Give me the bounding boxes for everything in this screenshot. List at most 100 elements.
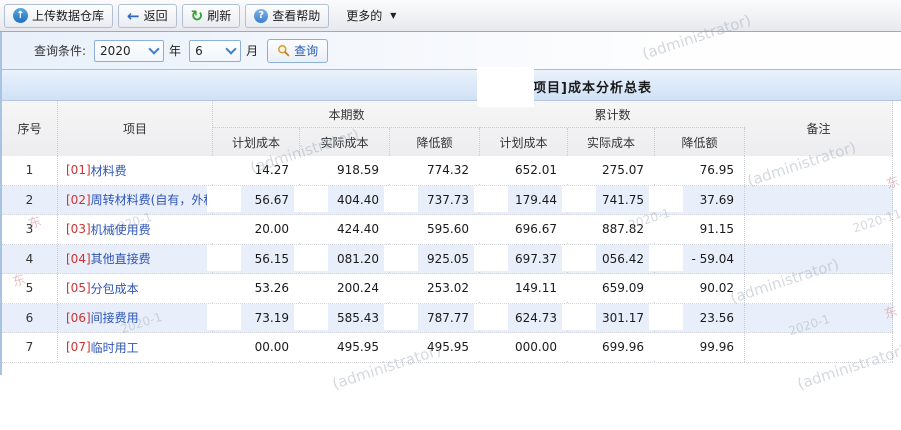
redaction-box — [207, 333, 241, 360]
cell-value: 652.01 — [515, 163, 557, 177]
cell-cumulative-planned: 624.73 — [480, 304, 568, 333]
item-cell: [06]间接费用 — [58, 304, 213, 333]
back-button[interactable]: ← 返回 — [118, 4, 177, 28]
header-cumulative-reduction: 降低额 — [655, 128, 745, 156]
cell-value: 404.40 — [337, 193, 379, 207]
redaction-box — [384, 156, 418, 183]
table-header: 序号 项目 本期数 计划成本 实际成本 降低额 累计数 计划成本 实际成本 降低… — [2, 101, 893, 156]
cell-current-reduction: 595.60 — [390, 215, 480, 244]
cell-current-reduction: 737.73 — [390, 186, 480, 215]
redaction-box — [562, 156, 596, 183]
cell-value: 424.40 — [337, 222, 379, 236]
cost-analysis-table: 序号 项目 本期数 计划成本 实际成本 降低额 累计数 计划成本 实际成本 降低… — [2, 101, 893, 363]
header-cumulative-actual: 实际成本 — [568, 128, 655, 156]
app-window: ↑ 上传数据仓库 ← 返回 ↻ 刷新 ? 查看帮助 更多的 ▼ 查询条件: 20… — [0, 0, 901, 430]
header-seq: 序号 — [2, 101, 58, 156]
redaction-box — [384, 274, 418, 301]
cell-cumulative-planned: 000.00 — [480, 333, 568, 362]
cell-current-actual: 404.40 — [300, 186, 390, 215]
query-bar: 查询条件: 2020 年 6 月 查询 — [0, 32, 901, 69]
more-button[interactable]: 更多的 ▼ — [338, 5, 404, 27]
redaction-box — [649, 156, 683, 183]
item-link[interactable]: 周转材料费(自有，外租) — [91, 191, 213, 208]
redaction-box — [384, 215, 418, 242]
cell-cumulative-planned: 696.67 — [480, 215, 568, 244]
cell-value: 37.69 — [700, 193, 734, 207]
redaction-box — [562, 304, 596, 331]
cell-value: 179.44 — [515, 193, 557, 207]
search-label: 查询 — [294, 42, 318, 59]
remark-cell — [745, 156, 893, 185]
item-cell: [07]临时用工 — [58, 333, 213, 362]
search-button[interactable]: 查询 — [267, 39, 328, 63]
row-seq: 1 — [2, 156, 58, 185]
year-select[interactable]: 2020 — [94, 40, 164, 62]
panel-left-border — [0, 32, 2, 375]
month-select[interactable]: 6 — [189, 40, 241, 62]
redaction-box — [474, 215, 508, 242]
item-link[interactable]: 分包成本 — [91, 280, 139, 297]
refresh-icon: ↻ — [191, 9, 204, 23]
help-button[interactable]: ? 查看帮助 — [245, 4, 329, 28]
cell-cumulative-actual: 659.09 — [568, 274, 655, 303]
year-select-value: 2020 — [100, 44, 131, 58]
redaction-box — [207, 156, 241, 183]
cell-value: 081.20 — [337, 252, 379, 266]
row-seq: 5 — [2, 274, 58, 303]
cell-value: 56.67 — [255, 193, 289, 207]
cell-value: 000.00 — [515, 340, 557, 354]
help-label: 查看帮助 — [272, 7, 320, 24]
row-seq: 3 — [2, 215, 58, 244]
cell-value: 253.02 — [427, 281, 469, 295]
item-link[interactable]: 其他直接费 — [91, 250, 151, 267]
redaction-box — [649, 304, 683, 331]
cell-cumulative-planned: 697.37 — [480, 245, 568, 274]
item-code: [07] — [66, 340, 91, 354]
cell-value: 699.96 — [602, 340, 644, 354]
item-link[interactable]: 材料费 — [91, 162, 127, 179]
cell-value: 737.73 — [427, 193, 469, 207]
cell-cumulative-actual: 056.42 — [568, 245, 655, 274]
cell-current-planned: 00.00 — [213, 333, 300, 362]
redaction-box — [294, 215, 328, 242]
item-link[interactable]: 机械使用费 — [91, 221, 151, 238]
cell-value: 00.00 — [255, 340, 289, 354]
back-label: 返回 — [144, 7, 168, 24]
redaction-box — [207, 274, 241, 301]
redaction-box — [384, 245, 418, 272]
cell-cumulative-reduction: - 59.04 — [655, 245, 745, 274]
redaction-box — [474, 245, 508, 272]
redaction-box — [294, 245, 328, 272]
row-seq: 4 — [2, 245, 58, 274]
redaction-box — [294, 156, 328, 183]
toolbar: ↑ 上传数据仓库 ← 返回 ↻ 刷新 ? 查看帮助 更多的 ▼ — [0, 0, 901, 32]
cell-current-planned: 14.27 — [213, 156, 300, 185]
cell-cumulative-reduction: 37.69 — [655, 186, 745, 215]
upload-warehouse-button[interactable]: ↑ 上传数据仓库 — [4, 4, 113, 28]
cell-value: 624.73 — [515, 311, 557, 325]
item-cell: [04]其他直接费 — [58, 245, 213, 274]
header-cumulative-planned: 计划成本 — [480, 128, 568, 156]
redaction-box — [474, 274, 508, 301]
cell-current-planned: 53.26 — [213, 274, 300, 303]
item-link[interactable]: 临时用工 — [91, 339, 139, 356]
cell-value: 495.95 — [427, 340, 469, 354]
remark-cell — [745, 215, 893, 244]
table-row: 5[05]分包成本53.26200.24253.02149.11659.0990… — [2, 274, 893, 304]
item-code: [05] — [66, 281, 91, 295]
cell-value: 697.37 — [515, 252, 557, 266]
upload-warehouse-label: 上传数据仓库 — [32, 7, 104, 24]
cell-current-reduction: 253.02 — [390, 274, 480, 303]
redaction-box — [294, 333, 328, 360]
refresh-button[interactable]: ↻ 刷新 — [182, 4, 241, 28]
cell-current-actual: 424.40 — [300, 215, 390, 244]
cell-current-actual: 495.95 — [300, 333, 390, 362]
item-link[interactable]: 间接费用 — [91, 309, 139, 326]
month-unit-label: 月 — [246, 42, 258, 59]
table-body: 1[01]材料费14.27918.59774.32652.01275.0776.… — [2, 156, 893, 363]
item-code: [04] — [66, 252, 91, 266]
redaction-box — [649, 245, 683, 272]
table-row: 1[01]材料费14.27918.59774.32652.01275.0776.… — [2, 156, 893, 186]
cell-cumulative-reduction: 90.02 — [655, 274, 745, 303]
cell-cumulative-actual: 741.75 — [568, 186, 655, 215]
